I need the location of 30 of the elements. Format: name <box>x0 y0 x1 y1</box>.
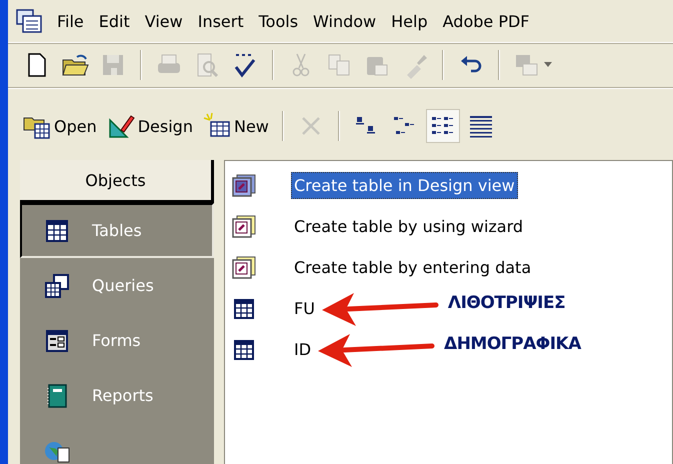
new-table-icon <box>202 112 231 140</box>
stacked-tables-icon <box>44 272 70 298</box>
new-button[interactable]: New <box>200 109 272 143</box>
object-group-item[interactable]: Tables <box>20 203 214 258</box>
menu-item[interactable]: Help <box>391 12 428 30</box>
objects-header[interactable]: Objects <box>20 160 214 203</box>
menu-item[interactable]: File <box>57 12 84 30</box>
wizard-shortcut-icon <box>231 214 257 240</box>
list-button[interactable] <box>426 109 460 143</box>
wizard-shortcut-icon <box>231 254 257 280</box>
design-button[interactable]: Design <box>104 109 196 143</box>
list-item[interactable]: FU <box>291 295 318 322</box>
annotation-label: ΛΙΘΟΤΡΙΨΙΕΣ <box>448 292 566 312</box>
table-icon <box>44 218 70 244</box>
list-item[interactable]: ID <box>291 336 314 363</box>
form-icon <box>44 328 70 354</box>
menu-item[interactable]: Window <box>313 12 376 30</box>
list-item[interactable]: Create table by using wizard <box>291 213 526 240</box>
menu-item[interactable]: View <box>144 12 183 30</box>
menu-item[interactable]: Tools <box>258 12 298 30</box>
open-button[interactable]: Open <box>20 109 100 143</box>
menu-item[interactable]: Insert <box>198 12 244 30</box>
database-window-icon[interactable] <box>16 9 42 33</box>
menu-item[interactable]: Edit <box>98 12 130 30</box>
list-item[interactable]: Create table in Design view <box>291 172 518 199</box>
wizard-shortcut-icon <box>231 172 257 198</box>
menu-item[interactable]: Adobe PDF <box>442 12 530 30</box>
annotation-label: ΔΗΜΟΓΡΑΦΙΚΑ <box>444 334 581 354</box>
caret-icon <box>544 62 552 68</box>
list-item[interactable]: Create table by entering data <box>291 254 534 281</box>
